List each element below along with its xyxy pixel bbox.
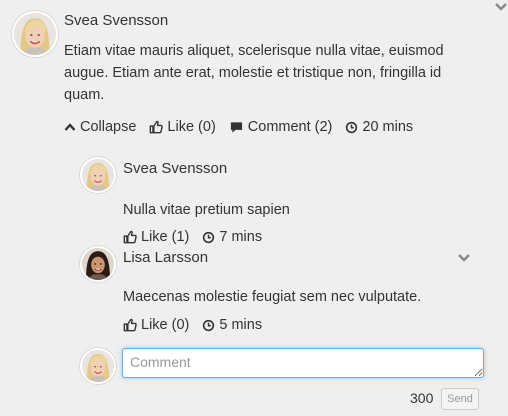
avatar [80, 348, 116, 384]
collapse-label: Collapse [80, 119, 137, 135]
like-button[interactable]: Like (0) [123, 317, 189, 333]
like-button[interactable]: Like (1) [123, 229, 189, 245]
character-counter: 300 [410, 390, 434, 406]
comment-actions: Like (1) 7 mins [123, 229, 275, 245]
chevron-down-icon[interactable] [494, 2, 508, 12]
clock-icon [345, 121, 358, 134]
time-label: 20 mins [362, 119, 414, 135]
comment-actions: Like (0) 5 mins [123, 317, 275, 333]
time-label: 5 mins [219, 317, 263, 333]
author-name[interactable]: Svea Svensson [64, 12, 168, 29]
author-name[interactable]: Lisa Larsson [123, 249, 208, 266]
timestamp: 20 mins [345, 119, 413, 135]
comment-text: Maecenas molestie feugiat sem nec vulput… [123, 289, 422, 305]
like-button[interactable]: Like (0) [149, 119, 216, 135]
thumbs-up-icon [123, 230, 137, 244]
clock-icon [202, 231, 215, 244]
send-button[interactable]: Send [441, 388, 479, 410]
avatar[interactable] [80, 157, 116, 193]
author-name[interactable]: Svea Svensson [123, 160, 227, 177]
like-label: Like (1) [141, 229, 190, 245]
like-label: Like (0) [167, 119, 216, 135]
thumbs-up-icon [149, 120, 163, 134]
timestamp: 5 mins [202, 317, 262, 333]
comment-thread: Svea Svensson Etiam vitae mauris aliquet… [0, 0, 508, 416]
time-label: 7 mins [219, 229, 263, 245]
timestamp: 7 mins [202, 229, 262, 245]
collapse-button[interactable]: Collapse [64, 119, 136, 135]
thumbs-up-icon [123, 318, 137, 332]
comment-actions: Collapse Like (0) Comment (2) 20 mins [64, 119, 426, 135]
avatar[interactable] [12, 11, 58, 57]
clock-icon [202, 319, 215, 332]
comment-text: Etiam vitae mauris aliquet, scelerisque … [64, 43, 444, 103]
comment-label: Comment (2) [247, 119, 333, 135]
like-label: Like (0) [141, 317, 190, 333]
speech-bubble-icon [230, 121, 242, 133]
chevron-up-icon [64, 123, 76, 131]
comment-text: Nulla vitae pretium sapien [123, 202, 290, 218]
chevron-down-icon[interactable] [457, 253, 471, 263]
comment-button[interactable]: Comment (2) [229, 119, 333, 135]
avatar[interactable] [80, 246, 116, 282]
comment-input[interactable] [122, 348, 484, 378]
